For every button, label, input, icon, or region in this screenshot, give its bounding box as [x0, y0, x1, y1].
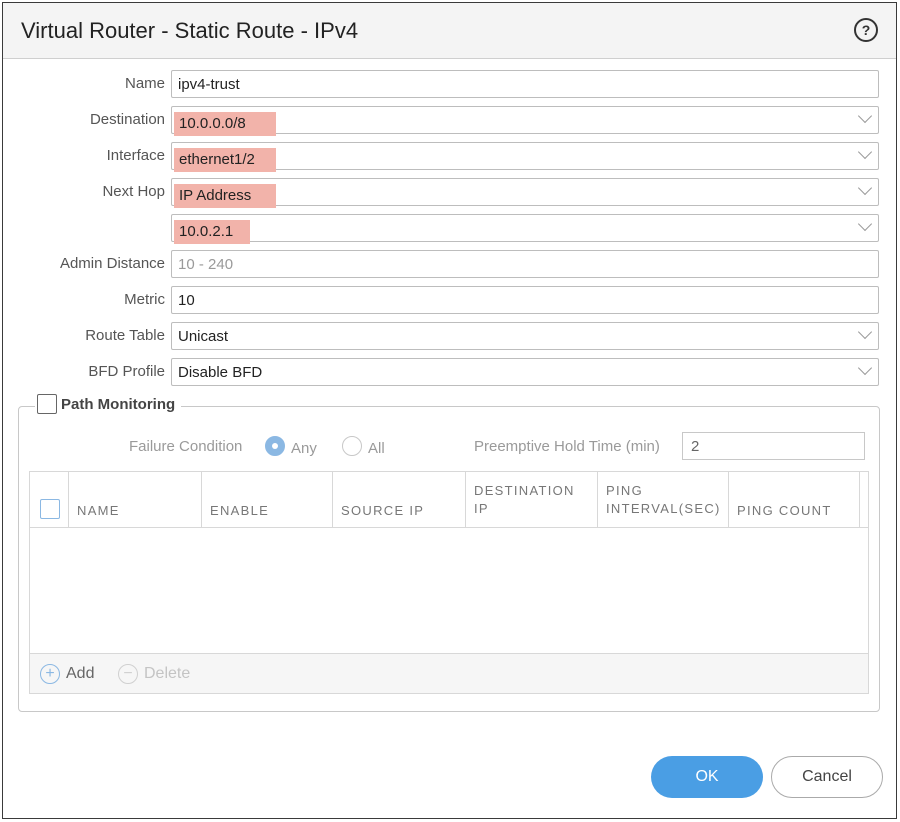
plus-circle-icon: + — [40, 664, 60, 684]
radio-any[interactable] — [265, 436, 285, 456]
metric-input[interactable]: 10 — [171, 286, 879, 314]
interface-row: Interface ethernet1/2 — [3, 142, 898, 172]
interface-select[interactable]: ethernet1/2 — [171, 142, 879, 172]
interface-value: ethernet1/2 — [174, 148, 276, 172]
column-source-ip[interactable]: SOURCE IP — [333, 472, 466, 527]
bfd-profile-label: BFD Profile — [88, 363, 165, 380]
minus-circle-icon: − — [118, 664, 138, 684]
column-name[interactable]: NAME — [69, 472, 202, 527]
column-ping-count[interactable]: PING COUNT — [729, 472, 860, 527]
monitor-destination-table: NAME ENABLE SOURCE IP DESTINATION IP PIN… — [29, 471, 869, 694]
column-ping-interval[interactable]: PING INTERVAL(SEC) — [598, 472, 729, 527]
metric-row: Metric 10 — [3, 286, 898, 314]
metric-label: Metric — [124, 291, 165, 308]
bfd-profile-row: BFD Profile Disable BFD — [3, 358, 898, 386]
radio-any-label: Any — [291, 440, 317, 457]
admin-distance-row: Admin Distance 10 - 240 — [3, 250, 898, 278]
next-hop-ip-row: 10.0.2.1 — [3, 214, 898, 244]
route-table-label: Route Table — [85, 327, 165, 344]
chevron-down-icon[interactable] — [857, 144, 873, 160]
next-hop-label: Next Hop — [102, 183, 165, 200]
select-all-checkbox[interactable] — [40, 499, 60, 519]
chevron-down-icon[interactable] — [857, 180, 873, 196]
name-label: Name — [124, 75, 165, 92]
hold-time-input[interactable]: 2 — [682, 432, 865, 460]
name-row: Name ipv4-trust — [3, 70, 898, 98]
column-source-ip-label: SOURCE IP — [341, 503, 425, 518]
column-ping-count-label: PING COUNT — [737, 503, 832, 518]
chevron-down-icon[interactable] — [857, 324, 873, 340]
path-monitoring-legend: Path Monitoring — [35, 394, 182, 414]
destination-value: 10.0.0.0/8 — [174, 112, 276, 136]
destination-select[interactable]: 10.0.0.0/8 — [171, 106, 879, 136]
metric-value: 10 — [178, 292, 195, 309]
table-toolbar: + Add − Delete — [30, 653, 868, 693]
path-monitoring-group: Path Monitoring Failure Condition Any Al… — [18, 394, 880, 712]
column-destination-ip-label-1: DESTINATION — [474, 483, 575, 498]
column-enable-label: ENABLE — [210, 503, 270, 518]
cancel-button[interactable]: Cancel — [771, 756, 883, 798]
delete-button[interactable]: − Delete — [118, 664, 190, 684]
failure-condition-label: Failure Condition — [129, 438, 243, 455]
destination-label: Destination — [89, 111, 165, 128]
add-label: Add — [66, 665, 95, 682]
failure-condition-row: Failure Condition Any All Preemptive Hol… — [19, 432, 879, 460]
static-route-dialog: Virtual Router - Static Route - IPv4 ? N… — [2, 2, 897, 819]
next-hop-select[interactable]: IP Address — [171, 178, 879, 208]
question-circle-icon[interactable]: ? — [854, 18, 878, 42]
admin-distance-placeholder: 10 - 240 — [178, 256, 234, 273]
route-table-value: Unicast — [178, 328, 229, 345]
next-hop-value: IP Address — [174, 184, 276, 208]
route-table-select[interactable]: Unicast — [171, 322, 879, 350]
chevron-down-icon[interactable] — [857, 360, 873, 376]
chevron-down-icon[interactable] — [857, 108, 873, 124]
chevron-down-icon[interactable] — [857, 216, 873, 232]
admin-distance-input[interactable]: 10 - 240 — [171, 250, 879, 278]
destination-row: Destination 10.0.0.0/8 — [3, 106, 898, 136]
next-hop-ip-select[interactable]: 10.0.2.1 — [171, 214, 879, 244]
column-destination-ip[interactable]: DESTINATION IP — [466, 472, 598, 527]
add-button[interactable]: + Add — [40, 664, 94, 684]
radio-all[interactable] — [342, 436, 362, 456]
route-table-row: Route Table Unicast — [3, 322, 898, 350]
dialog-title: Virtual Router - Static Route - IPv4 — [21, 17, 359, 43]
column-enable[interactable]: ENABLE — [202, 472, 333, 527]
path-monitoring-checkbox[interactable] — [37, 394, 57, 414]
interface-label: Interface — [106, 147, 165, 164]
ok-button[interactable]: OK — [651, 756, 763, 798]
header-checkbox-cell — [30, 472, 69, 527]
next-hop-ip-value: 10.0.2.1 — [174, 220, 250, 244]
dialog-titlebar: Virtual Router - Static Route - IPv4 ? — [3, 3, 896, 59]
bfd-profile-value: Disable BFD — [178, 364, 263, 381]
name-input[interactable]: ipv4-trust — [171, 70, 879, 98]
table-header: NAME ENABLE SOURCE IP DESTINATION IP PIN… — [30, 472, 868, 528]
bfd-profile-select[interactable]: Disable BFD — [171, 358, 879, 386]
next-hop-row: Next Hop IP Address — [3, 178, 898, 208]
admin-distance-label: Admin Distance — [59, 255, 165, 272]
hold-time-value: 2 — [691, 438, 700, 455]
name-value: ipv4-trust — [178, 76, 240, 93]
column-destination-ip-label-2: IP — [474, 501, 489, 516]
hold-time-label: Preemptive Hold Time (min) — [474, 438, 660, 455]
path-monitoring-label: Path Monitoring — [61, 395, 176, 413]
column-ping-interval-label-2: INTERVAL(SEC) — [606, 501, 721, 516]
delete-label: Delete — [144, 665, 191, 682]
column-name-label: NAME — [77, 503, 120, 518]
column-ping-interval-label-1: PING — [606, 483, 643, 498]
radio-all-label: All — [368, 440, 385, 457]
